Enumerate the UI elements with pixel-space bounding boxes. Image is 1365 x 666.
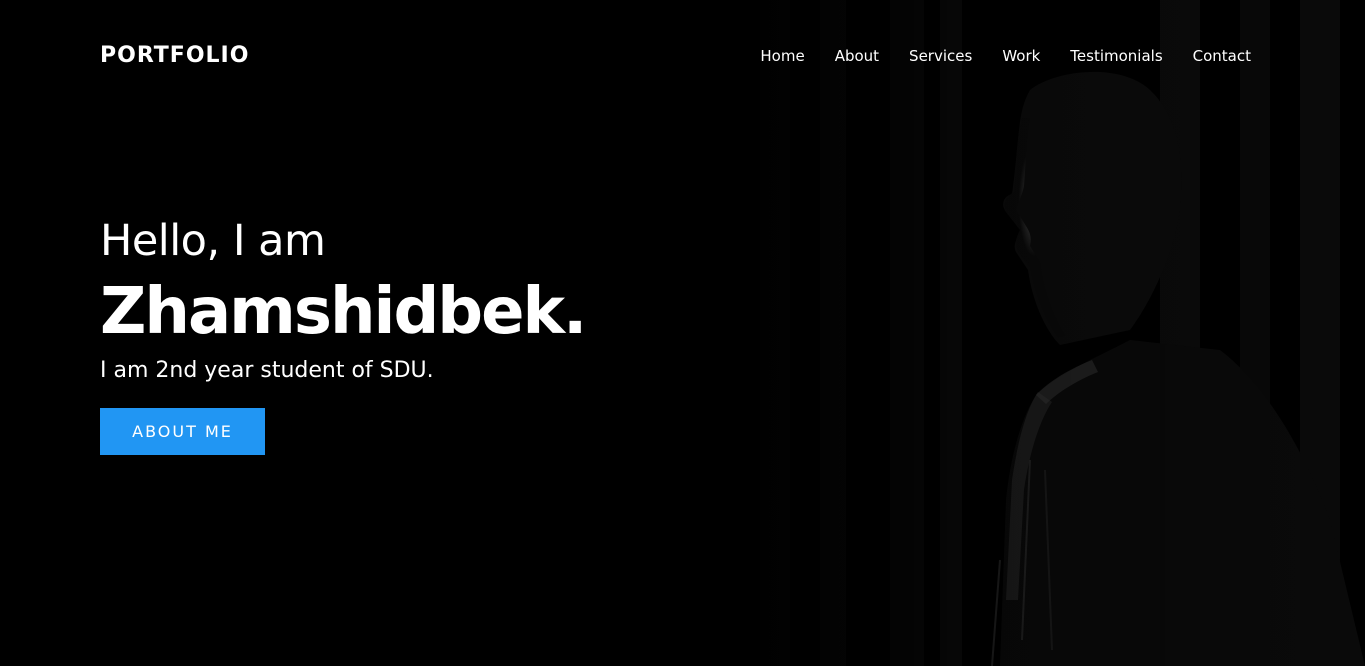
- hero-section: Hello, I am Zhamshidbek. I am 2nd year s…: [100, 212, 587, 455]
- nav-item-contact[interactable]: Contact: [1193, 45, 1251, 67]
- nav-item-testimonials[interactable]: Testimonials: [1070, 45, 1162, 67]
- hero-greeting: Hello, I am: [100, 216, 326, 266]
- nav-item-home[interactable]: Home: [760, 45, 804, 67]
- hero-name: Zhamshidbek.: [100, 275, 587, 349]
- page: PORTFOLIO Home About Services Work Testi…: [0, 0, 1365, 666]
- hero-tagline: I am 2nd year student of SDU.: [100, 358, 434, 383]
- nav-item-work[interactable]: Work: [1002, 45, 1040, 67]
- about-me-button[interactable]: ABOUT ME: [100, 408, 265, 455]
- logo[interactable]: PORTFOLIO: [100, 42, 249, 70]
- nav-item-services[interactable]: Services: [909, 45, 972, 67]
- navbar: PORTFOLIO Home About Services Work Testi…: [0, 0, 1365, 112]
- nav-menu: Home About Services Work Testimonials Co…: [760, 45, 1251, 67]
- nav-item-about[interactable]: About: [835, 45, 879, 67]
